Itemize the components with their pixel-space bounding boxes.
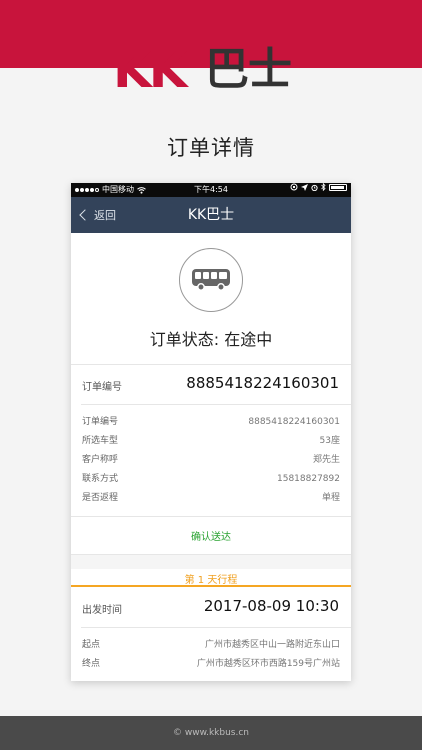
battery-icon xyxy=(329,183,347,191)
nav-bar: 返回 KK巴士 xyxy=(71,197,351,233)
depart-time-value: 2017-08-09 10:30 xyxy=(203,597,339,615)
divider xyxy=(81,627,351,628)
detail-row: 是否返程 单程 xyxy=(82,492,340,504)
phone-screen: 中国移动 下午4:54 返回 KK巴士 订单状态: 在途中 订单编号 88854… xyxy=(71,183,351,681)
bluetooth-icon xyxy=(321,183,326,191)
day-underline xyxy=(71,585,351,587)
detail-value: 53座 xyxy=(319,436,340,446)
order-number-label: 订单编号 xyxy=(82,382,122,393)
start-label: 起点 xyxy=(82,640,101,650)
confirm-delivery-button[interactable]: 确认送达 xyxy=(71,528,351,543)
detail-label: 联系方式 xyxy=(82,474,119,484)
lock-rotation-icon xyxy=(290,183,298,191)
end-row: 终点 广州市越秀区环市西路159号广州站 xyxy=(82,658,340,670)
detail-row: 所选车型 53座 xyxy=(82,435,340,447)
detail-value: 单程 xyxy=(321,493,340,503)
detail-label: 客户称呼 xyxy=(82,455,119,465)
detail-row: 订单编号 8885418224160301 xyxy=(82,416,340,428)
detail-value: 8885418224160301 xyxy=(248,417,340,427)
nav-title: KK巴士 xyxy=(187,207,235,223)
end-label: 终点 xyxy=(82,659,101,669)
detail-row: 客户称呼 郑先生 xyxy=(82,454,340,466)
detail-label: 是否返程 xyxy=(82,493,119,503)
kkbus-logo: KK 巴士 xyxy=(113,44,309,96)
footer: © www.kkbus.cn xyxy=(0,716,422,750)
location-icon xyxy=(301,183,308,191)
bus-icon xyxy=(179,248,243,312)
detail-label: 所选车型 xyxy=(82,436,119,446)
divider xyxy=(81,404,351,405)
order-status: 订单状态: 在途中 xyxy=(149,330,273,349)
end-value: 广州市越秀区环市西路159号广州站 xyxy=(196,659,340,669)
day-title: 第 1 天行程 xyxy=(184,575,238,586)
depart-time-label: 出发时间 xyxy=(82,605,122,616)
logo-latin: KK xyxy=(113,41,187,99)
detail-value: 郑先生 xyxy=(312,455,340,465)
divider xyxy=(71,516,351,517)
logo-chinese: 巴士 xyxy=(205,44,292,95)
alarm-icon xyxy=(311,184,318,191)
status-bar: 中国移动 下午4:54 xyxy=(71,183,351,197)
screen-caption: 订单详情 xyxy=(167,136,255,160)
detail-label: 订单编号 xyxy=(82,417,119,427)
start-value: 广州市越秀区中山一路附近东山口 xyxy=(204,640,340,650)
detail-row: 联系方式 15818827892 xyxy=(82,473,340,485)
divider xyxy=(71,364,351,365)
start-row: 起点 广州市越秀区中山一路附近东山口 xyxy=(82,639,340,651)
order-number-value: 8885418224160301 xyxy=(186,374,339,392)
section-gap xyxy=(71,555,351,569)
detail-value[interactable]: 15818827892 xyxy=(277,473,340,485)
